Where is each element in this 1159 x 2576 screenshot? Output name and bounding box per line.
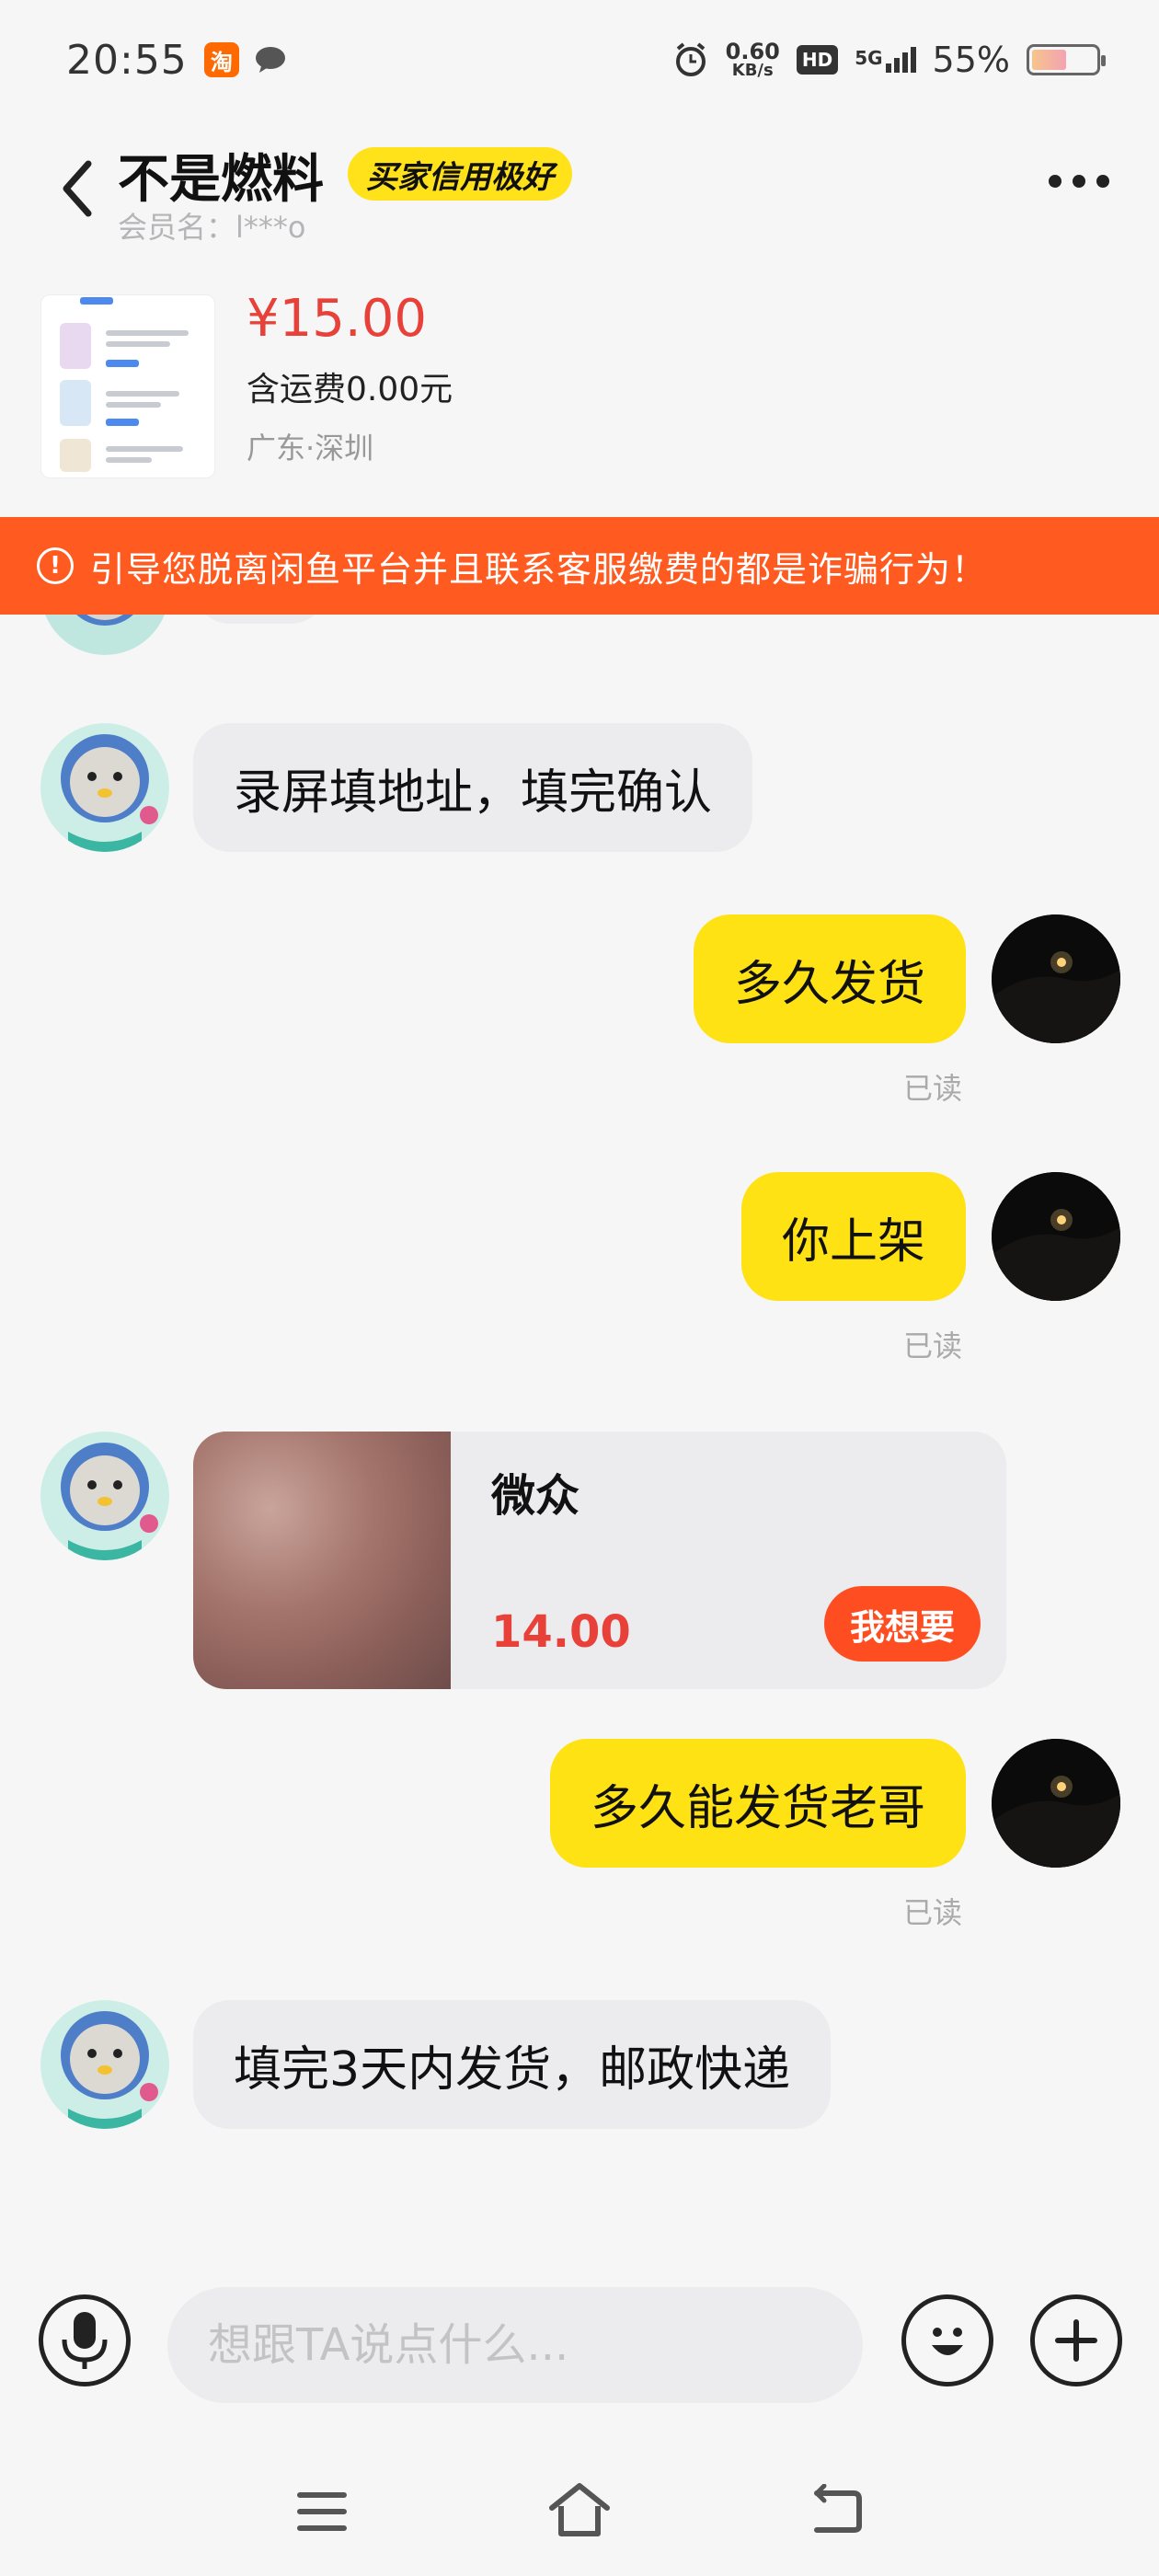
message-bubble-outgoing[interactable]: 你上架 bbox=[740, 1172, 966, 1301]
thumb-bottle bbox=[60, 439, 91, 472]
network-speed: 0.60 KB/s bbox=[726, 40, 780, 79]
thumb-bottle bbox=[60, 323, 91, 369]
battery-percent: 55% bbox=[932, 40, 1010, 80]
message-bubble-incoming[interactable]: 录屏填地址，填完确认 bbox=[193, 723, 753, 852]
warning-icon: ! bbox=[37, 547, 74, 584]
read-status: 已读 bbox=[903, 1071, 963, 1106]
night-moon-avatar-icon bbox=[992, 1739, 1120, 1868]
more-dot bbox=[1073, 175, 1085, 188]
net-speed-unit: KB/s bbox=[731, 61, 774, 80]
status-time: 20:55 bbox=[66, 36, 188, 84]
product-message-card[interactable]: 微众 14.00 我想要 bbox=[193, 1432, 1006, 1689]
more-dot bbox=[1096, 175, 1109, 188]
emoji-icon[interactable] bbox=[901, 2294, 993, 2386]
want-it-button[interactable]: 我想要 bbox=[823, 1586, 981, 1662]
product-message-image[interactable] bbox=[193, 1432, 451, 1689]
plus-icon[interactable] bbox=[1030, 2294, 1122, 2386]
signal-icon: 5G bbox=[855, 47, 916, 73]
product-thumbnail[interactable] bbox=[40, 294, 215, 478]
night-moon-avatar-icon bbox=[992, 1172, 1120, 1301]
product-message-title: 微众 bbox=[491, 1470, 580, 1522]
microphone-icon[interactable] bbox=[39, 2294, 131, 2386]
input-bar bbox=[0, 2263, 1159, 2429]
product-card[interactable]: ¥15.00 含运费0.00元 广东·深圳 bbox=[0, 276, 1159, 517]
my-avatar[interactable] bbox=[992, 1739, 1120, 1868]
product-location: 广东·深圳 bbox=[247, 431, 374, 466]
message-bubble-incoming[interactable]: 填完3天内发货，邮政快递 bbox=[193, 2000, 832, 2129]
hd-icon: HD bbox=[796, 45, 839, 75]
back-icon[interactable] bbox=[809, 2484, 865, 2536]
chat-header: 不是燃料 买家信用极好 会员名：l***o bbox=[0, 129, 1159, 248]
seal-avatar-icon bbox=[40, 1432, 169, 1560]
battery-icon bbox=[1027, 44, 1106, 75]
net-speed-value: 0.60 bbox=[725, 39, 780, 64]
message-input[interactable] bbox=[167, 2287, 863, 2403]
taobao-app-icon: 淘 bbox=[203, 42, 239, 77]
chat-messages[interactable]: 录屏填地址，填完确认 多久发货 已读 你上架 已读 微众 14.00 我想要 多… bbox=[0, 517, 1159, 2265]
seller-avatar[interactable] bbox=[40, 723, 169, 852]
seal-avatar-icon bbox=[40, 2000, 169, 2129]
product-price: ¥15.00 bbox=[247, 289, 427, 349]
message-bubble-outgoing[interactable]: 多久发货 bbox=[693, 914, 966, 1043]
message-bubble-outgoing[interactable]: 多久能发货老哥 bbox=[549, 1739, 966, 1868]
more-dot bbox=[1049, 175, 1061, 188]
read-status: 已读 bbox=[903, 1895, 963, 1930]
credit-badge: 买家信用极好 bbox=[348, 147, 572, 201]
fraud-warning-banner: ! 引导您脱离闲鱼平台并且联系客服缴费的都是诈骗行为！ bbox=[0, 517, 1159, 615]
product-message-price: 14.00 bbox=[491, 1606, 631, 1658]
thumb-bottle bbox=[60, 380, 91, 426]
seal-avatar-icon bbox=[40, 723, 169, 852]
more-icon[interactable] bbox=[1049, 175, 1109, 188]
my-avatar[interactable] bbox=[992, 914, 1120, 1043]
message-notification-icon bbox=[255, 47, 285, 73]
my-avatar[interactable] bbox=[992, 1172, 1120, 1301]
signal-type: 5G bbox=[855, 47, 883, 69]
back-arrow-icon[interactable] bbox=[55, 156, 101, 221]
seller-avatar[interactable] bbox=[40, 2000, 169, 2129]
alarm-icon bbox=[675, 42, 706, 76]
home-icon[interactable] bbox=[546, 2480, 613, 2539]
night-moon-avatar-icon bbox=[992, 914, 1120, 1043]
seller-name[interactable]: 不是燃料 bbox=[118, 138, 324, 213]
system-nav-bar bbox=[0, 2447, 1159, 2576]
status-bar: 20:55 淘 0.60 KB/s HD 5G 55% bbox=[0, 0, 1159, 120]
member-name: 会员名：l***o bbox=[118, 210, 306, 245]
seller-avatar[interactable] bbox=[40, 1432, 169, 1560]
menu-icon[interactable] bbox=[296, 2490, 348, 2534]
read-status: 已读 bbox=[903, 1328, 963, 1363]
product-shipping: 含运费0.00元 bbox=[247, 371, 453, 408]
battery-fill bbox=[1032, 50, 1067, 70]
warning-text: 引导您脱离闲鱼平台并且联系客服缴费的都是诈骗行为！ bbox=[90, 548, 988, 590]
status-icons: 0.60 KB/s HD 5G 55% bbox=[672, 40, 1106, 80]
